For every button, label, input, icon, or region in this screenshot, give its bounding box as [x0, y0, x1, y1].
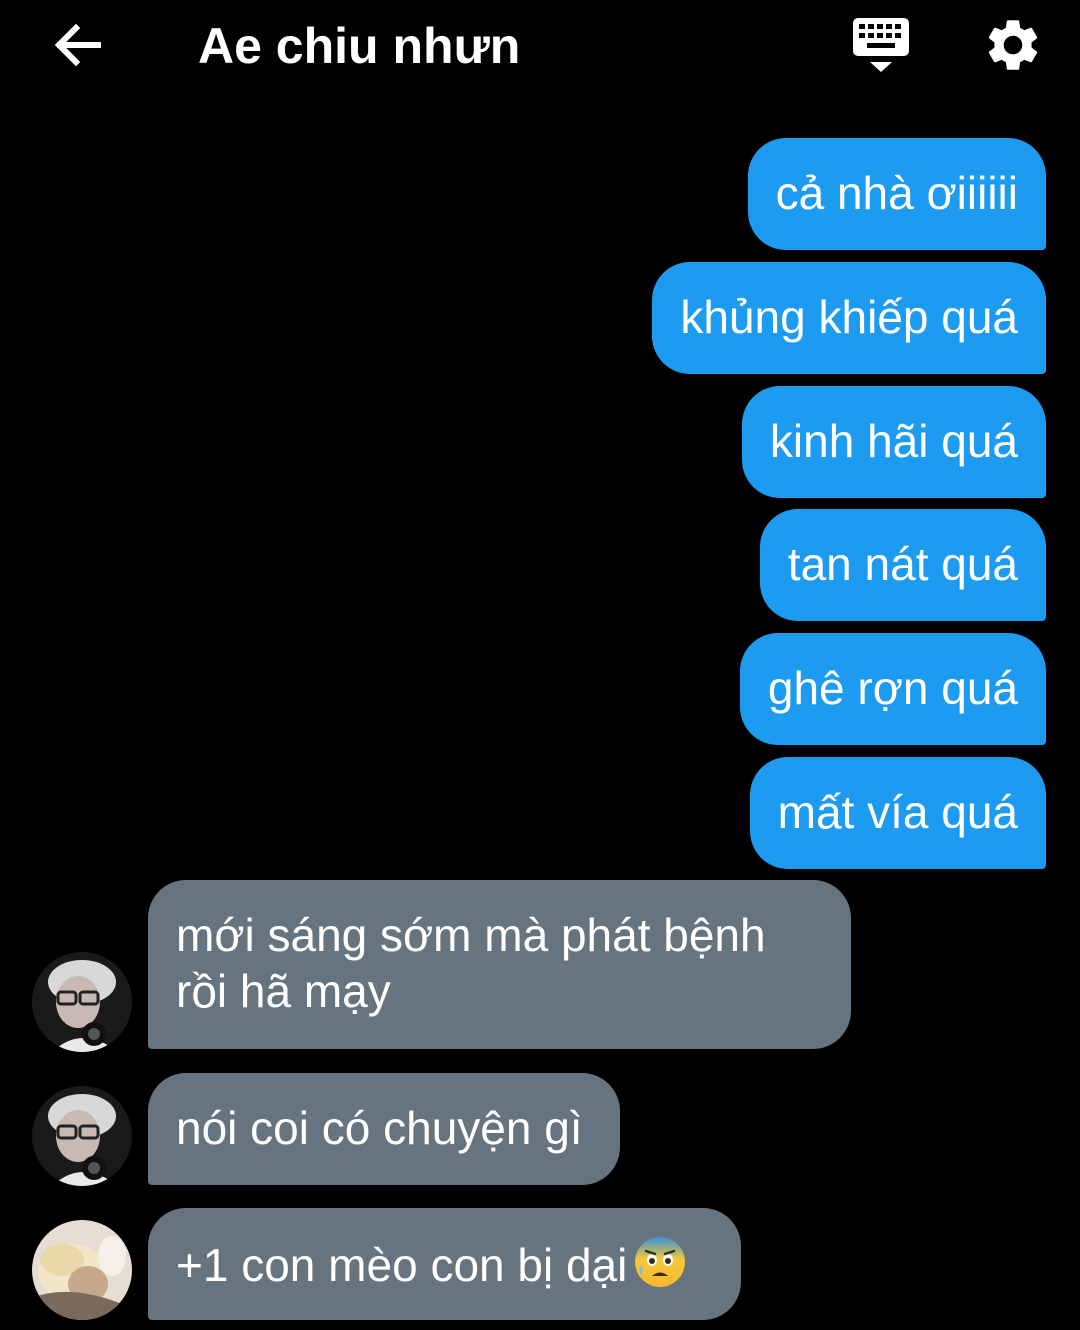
message-text: ghê rợn quá — [767, 662, 1018, 714]
message-text: mất vía quá — [777, 786, 1018, 838]
outgoing-message[interactable]: cả nhà ơiiiiii — [747, 138, 1046, 250]
back-button[interactable] — [48, 18, 106, 72]
avatar[interactable] — [32, 952, 132, 1052]
outgoing-message[interactable]: ghê rợn quá — [739, 633, 1046, 745]
outgoing-message[interactable]: khủng khiếp quá — [652, 262, 1046, 374]
keyboard-toggle-button[interactable] — [848, 14, 914, 76]
incoming-message[interactable]: nói coi có chuyện gì — [148, 1073, 620, 1185]
avatar[interactable] — [32, 1086, 132, 1186]
message-text: kinh hãi quá — [769, 415, 1018, 467]
outgoing-message[interactable]: kinh hãi quá — [741, 386, 1046, 498]
arrow-left-icon — [54, 23, 101, 67]
incoming-message[interactable]: mới sáng sớm mà phát bệnh rồi hã mạy — [148, 880, 851, 1049]
chat-title: Ae chiu nhưn — [198, 18, 521, 74]
chat-header: Ae chiu nhưn — [0, 0, 1080, 100]
settings-button[interactable] — [982, 14, 1044, 76]
outgoing-message[interactable]: mất vía quá — [749, 757, 1046, 869]
message-text: tan nát quá — [787, 538, 1018, 590]
incoming-message[interactable]: +1 con mèo con bị dại — [148, 1208, 741, 1320]
keyboard-hide-icon — [853, 18, 909, 72]
outgoing-message[interactable]: tan nát quá — [759, 509, 1046, 621]
avatar-photo — [32, 1220, 132, 1320]
message-text-line: rồi hã mạy — [176, 965, 391, 1017]
message-text: khủng khiếp quá — [680, 291, 1018, 343]
gear-icon — [988, 20, 1038, 70]
message-text-line: mới sáng sớm mà phát bệnh — [176, 909, 766, 961]
message-text: nói coi có chuyện gì — [176, 1102, 583, 1154]
avatar-photo — [32, 952, 132, 1052]
message-text: cả nhà ơiiiiii — [775, 167, 1018, 219]
avatar[interactable] — [32, 1220, 132, 1320]
avatar-photo — [32, 1086, 132, 1186]
message-text: +1 con mèo con bị dại — [176, 1239, 628, 1291]
anxious-face-icon — [633, 1235, 687, 1301]
